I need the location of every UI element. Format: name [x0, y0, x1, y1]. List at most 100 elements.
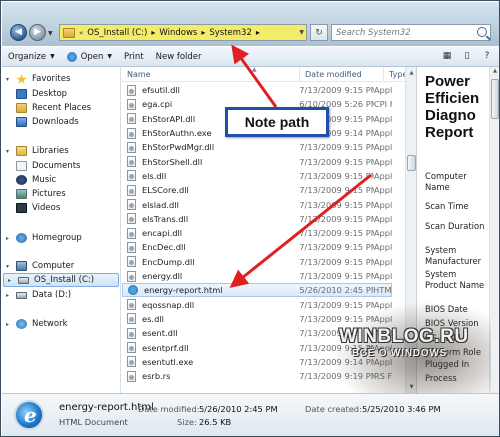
file-row[interactable]: els.dll 7/13/2009 9:15 PM Appl	[122, 169, 392, 183]
nav-recent-places[interactable]: Recent Places	[2, 101, 120, 115]
nav-pictures[interactable]: Pictures	[2, 187, 120, 201]
file-row[interactable]: energy.dll 7/13/2009 9:15 PM Appl	[122, 269, 392, 283]
expand-arrow-icon[interactable]: ▾	[6, 148, 16, 155]
file-row[interactable]: EncDec.dll 7/13/2009 9:15 PM Appl	[122, 240, 392, 254]
libraries-icon	[16, 146, 27, 156]
nav-downloads[interactable]: Downloads	[2, 115, 120, 129]
file-icon	[127, 370, 136, 382]
breadcrumb-separator-icon[interactable]: ▸	[201, 28, 205, 37]
file-type: Appl	[373, 170, 392, 181]
ie-icon	[66, 51, 77, 62]
address-bar[interactable]: « OS_Install (C:) ▸ Windows ▸ System32 ▸…	[59, 24, 307, 41]
nav-homegroup[interactable]: ▸ Homegroup	[2, 231, 120, 245]
file-row[interactable]: ELSCore.dll 7/13/2009 9:15 PM Appl	[122, 183, 392, 197]
watermark-subtext: ВСЁ О WINDOWS	[352, 348, 448, 359]
file-row[interactable]: EhStorPwdMgr.dll 7/13/2009 9:15 PM Appl	[122, 140, 392, 154]
expand-arrow-icon[interactable]: ▸	[6, 321, 16, 328]
file-icon	[127, 199, 136, 211]
file-row[interactable]: efsutil.dll 7/13/2009 9:15 PM Appl	[122, 83, 392, 97]
nav-computer[interactable]: ▾ Computer	[2, 259, 120, 273]
print-button[interactable]: Print	[118, 47, 150, 66]
file-row[interactable]: elsTrans.dll 7/13/2009 9:15 PM Appl	[122, 212, 392, 226]
file-type: Appl	[373, 213, 392, 224]
organize-button[interactable]: Organize ▼	[2, 47, 61, 66]
help-button[interactable]: ?	[480, 49, 494, 63]
address-bar-area: ◀ ▶ ▼ « OS_Install (C:) ▸ Windows ▸ Syst…	[2, 2, 499, 46]
file-name: EhStorPwdMgr.dll	[142, 142, 215, 153]
file-row[interactable]: encapi.dll 7/13/2009 9:15 PM Appl	[122, 226, 392, 240]
search-box[interactable]	[331, 24, 491, 41]
file-type: CPI F	[373, 99, 392, 110]
file-name: ELSCore.dll	[142, 185, 189, 196]
file-row[interactable]: EhStorShell.dll 7/13/2009 9:15 PM Appl	[122, 155, 392, 169]
file-type: RS Fi	[373, 371, 392, 382]
nav-music[interactable]: Music	[2, 173, 120, 187]
breadcrumb-system32[interactable]: System32	[209, 28, 252, 38]
expand-arrow-icon[interactable]: ▾	[6, 76, 16, 83]
details-pane: energy-report.html HTML Document Date mo…	[2, 393, 499, 436]
expand-arrow-icon[interactable]: ▸	[6, 235, 16, 242]
file-row[interactable]: EncDump.dll 7/13/2009 9:15 PM Appl	[122, 255, 392, 269]
breadcrumb-separator-icon[interactable]: ▸	[151, 28, 155, 37]
file-date: 7/13/2009 9:15 PM	[299, 313, 374, 324]
pictures-icon	[16, 189, 27, 199]
column-name[interactable]: Name	[122, 67, 300, 82]
nav-videos[interactable]: Videos	[2, 201, 120, 215]
file-name: esentutl.exe	[142, 356, 194, 367]
overflow-chevrons[interactable]: «	[79, 29, 83, 37]
back-button[interactable]: ◀	[10, 24, 27, 41]
breadcrumb-windows[interactable]: Windows	[159, 28, 197, 38]
file-type: Appl	[373, 313, 392, 324]
file-icon	[127, 327, 136, 339]
nav-data-drive[interactable]: ▸ Data (D:)	[2, 288, 120, 302]
file-icon	[127, 227, 136, 239]
change-view-button[interactable]: ▦	[440, 49, 454, 63]
recent-pages-dropdown[interactable]: ▼	[48, 30, 53, 37]
preview-scrollbar[interactable]: ▲	[489, 67, 499, 393]
scroll-up-icon[interactable]: ▲	[491, 68, 499, 77]
file-row[interactable]: esrb.rs 7/13/2009 9:19 PM RS Fi	[122, 369, 392, 383]
nav-label: Downloads	[32, 117, 79, 127]
chevron-down-icon: ▼	[50, 53, 55, 60]
file-name: EncDump.dll	[142, 256, 195, 267]
file-name: EhStorShell.dll	[142, 156, 203, 167]
refresh-button[interactable]: ↻	[310, 24, 328, 41]
column-type[interactable]: Type	[384, 67, 405, 82]
forward-button[interactable]: ▶	[29, 24, 46, 41]
column-date-modified[interactable]: Date modified	[300, 67, 384, 82]
address-dropdown-icon[interactable]: ▼	[299, 29, 304, 36]
file-date: 7/13/2009 9:15 PM	[299, 199, 374, 210]
desktop-icon	[16, 89, 27, 99]
expand-arrow-icon[interactable]: ▸	[8, 277, 18, 284]
file-name: efsutil.dll	[142, 85, 180, 96]
nav-libraries[interactable]: ▾ Libraries	[2, 144, 120, 158]
preview-pane-button[interactable]: ▯	[460, 49, 474, 63]
videos-icon	[16, 203, 27, 213]
preview-field: BIOS Date	[425, 304, 468, 314]
scroll-up-icon[interactable]: ▲	[407, 68, 416, 78]
search-input[interactable]	[336, 27, 476, 38]
scroll-thumb[interactable]	[407, 155, 416, 171]
preview-field: Plugged In	[425, 359, 470, 369]
file-row[interactable]: elslad.dll 7/13/2009 9:15 PM Appl	[122, 197, 392, 211]
scroll-down-icon[interactable]: ▼	[407, 382, 416, 392]
preview-field: Process	[425, 373, 457, 383]
nav-documents[interactable]: Documents	[2, 159, 120, 173]
breadcrumb-separator-icon[interactable]: ▸	[256, 28, 260, 37]
nav-network[interactable]: ▸ Network	[2, 317, 120, 331]
nav-os-install-drive[interactable]: ▸ OS_Install (C:)	[3, 273, 119, 287]
open-button[interactable]: Open ▼	[61, 47, 118, 66]
file-type: Appl	[373, 142, 392, 153]
file-row[interactable]: eqossnap.dll 7/13/2009 9:15 PM Appl	[122, 298, 392, 312]
nav-desktop[interactable]: Desktop	[2, 87, 120, 101]
expand-arrow-icon[interactable]: ▸	[6, 292, 16, 299]
scroll-thumb[interactable]	[491, 79, 499, 119]
expand-arrow-icon[interactable]: ▾	[6, 263, 16, 270]
nav-favorites[interactable]: ▾ Favorites	[2, 72, 120, 86]
folder-icon	[63, 27, 75, 38]
file-row[interactable]: energy-report.html 5/26/2010 2:45 PM HTM	[122, 283, 392, 298]
breadcrumb-drive[interactable]: OS_Install (C:)	[87, 28, 147, 38]
search-icon[interactable]	[477, 27, 487, 37]
file-row[interactable]: es.dll 7/13/2009 9:15 PM Appl	[122, 312, 392, 326]
new-folder-button[interactable]: New folder	[150, 47, 208, 66]
